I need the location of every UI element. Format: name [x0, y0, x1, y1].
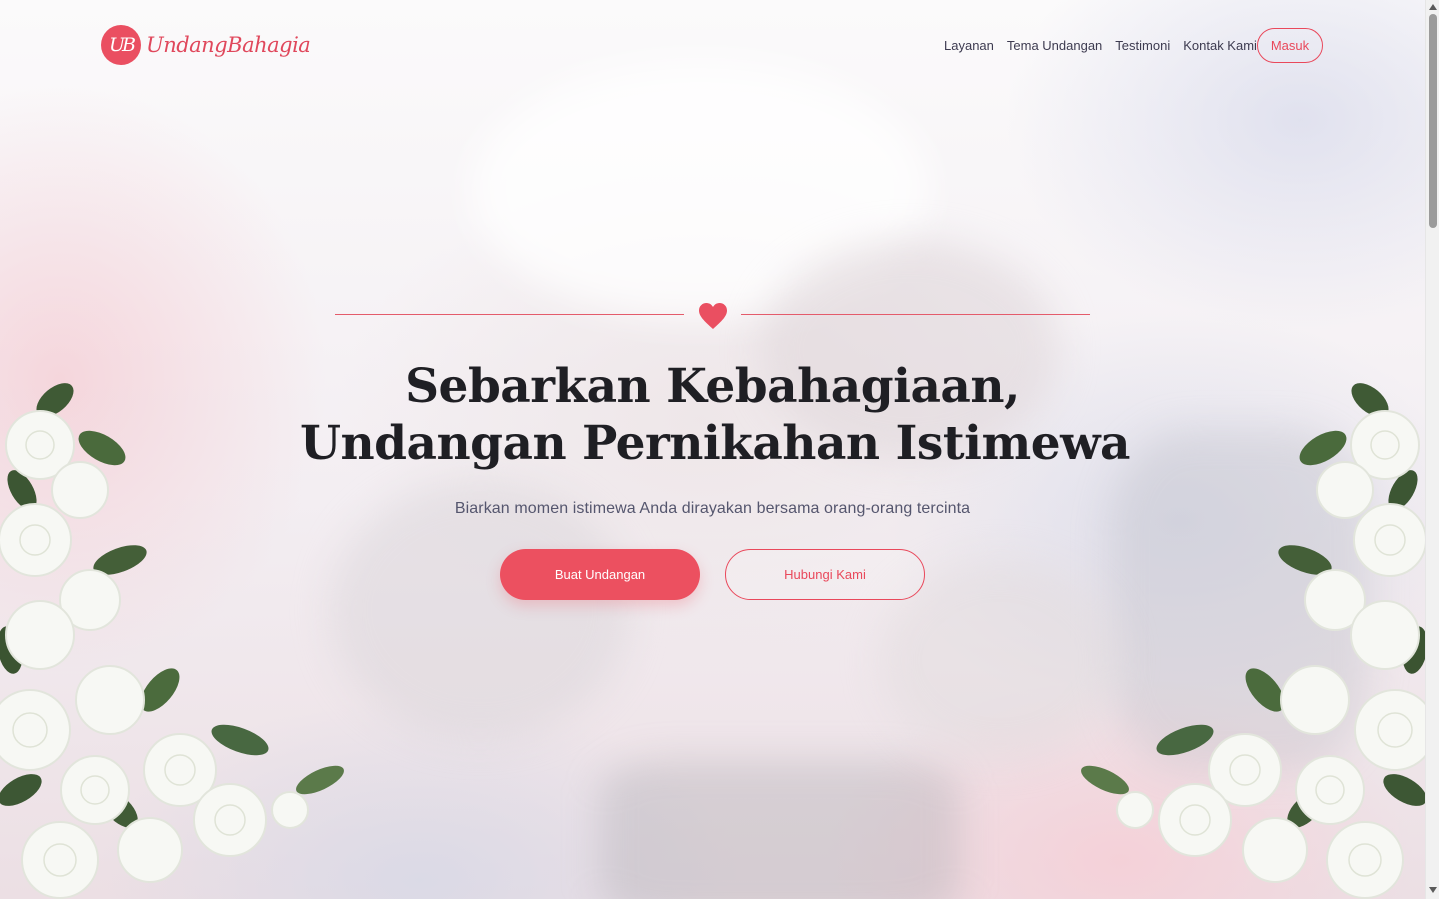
background-photo-blur: [330, 480, 630, 740]
white-roses: [0, 410, 309, 899]
brand-monogram-icon: UB: [101, 25, 141, 65]
brand-logo[interactable]: UB UndangBahagia: [101, 25, 311, 65]
scrollbar-thumb[interactable]: [1429, 14, 1437, 228]
page-scrollbar[interactable]: [1425, 0, 1439, 899]
nav-link-testimoni[interactable]: Testimoni: [1115, 38, 1170, 53]
divider-line-left: [335, 314, 684, 315]
headline-line-2: Undangan Pernikahan Istimewa: [300, 416, 1131, 471]
scroll-down-arrow-icon[interactable]: [1429, 887, 1437, 893]
brand-monogram: UB: [109, 34, 136, 56]
hero-subtitle: Biarkan momen istimewa Anda dirayakan be…: [454, 500, 971, 517]
scroll-up-arrow-icon[interactable]: [1429, 4, 1437, 10]
headline-line-1: Sebarkan Kebahagiaan,: [405, 359, 1020, 414]
hero-headline: Sebarkan Kebahagiaan, Undangan Pernikaha…: [300, 358, 1131, 472]
nav-link-tema-undangan[interactable]: Tema Undangan: [1007, 38, 1102, 53]
white-roses: [1116, 410, 1425, 899]
hero-section: UB UndangBahagia Layanan Tema Undangan T…: [0, 0, 1425, 899]
divider-line-right: [741, 314, 1090, 315]
heart-icon: [699, 303, 727, 329]
brand-name: UndangBahagia: [146, 33, 311, 57]
login-button[interactable]: Masuk: [1257, 28, 1323, 63]
background-photo-blur: [600, 760, 960, 899]
nav-links: Layanan Tema Undangan Testimoni Kontak K…: [944, 38, 1270, 53]
nav-link-kontak-kami[interactable]: Kontak Kami: [1183, 38, 1257, 53]
top-navbar: UB UndangBahagia Layanan Tema Undangan T…: [0, 0, 1425, 92]
nav-link-layanan[interactable]: Layanan: [944, 38, 994, 53]
create-invitation-button[interactable]: Buat Undangan: [500, 549, 700, 600]
contact-us-button[interactable]: Hubungi Kami: [725, 549, 925, 600]
